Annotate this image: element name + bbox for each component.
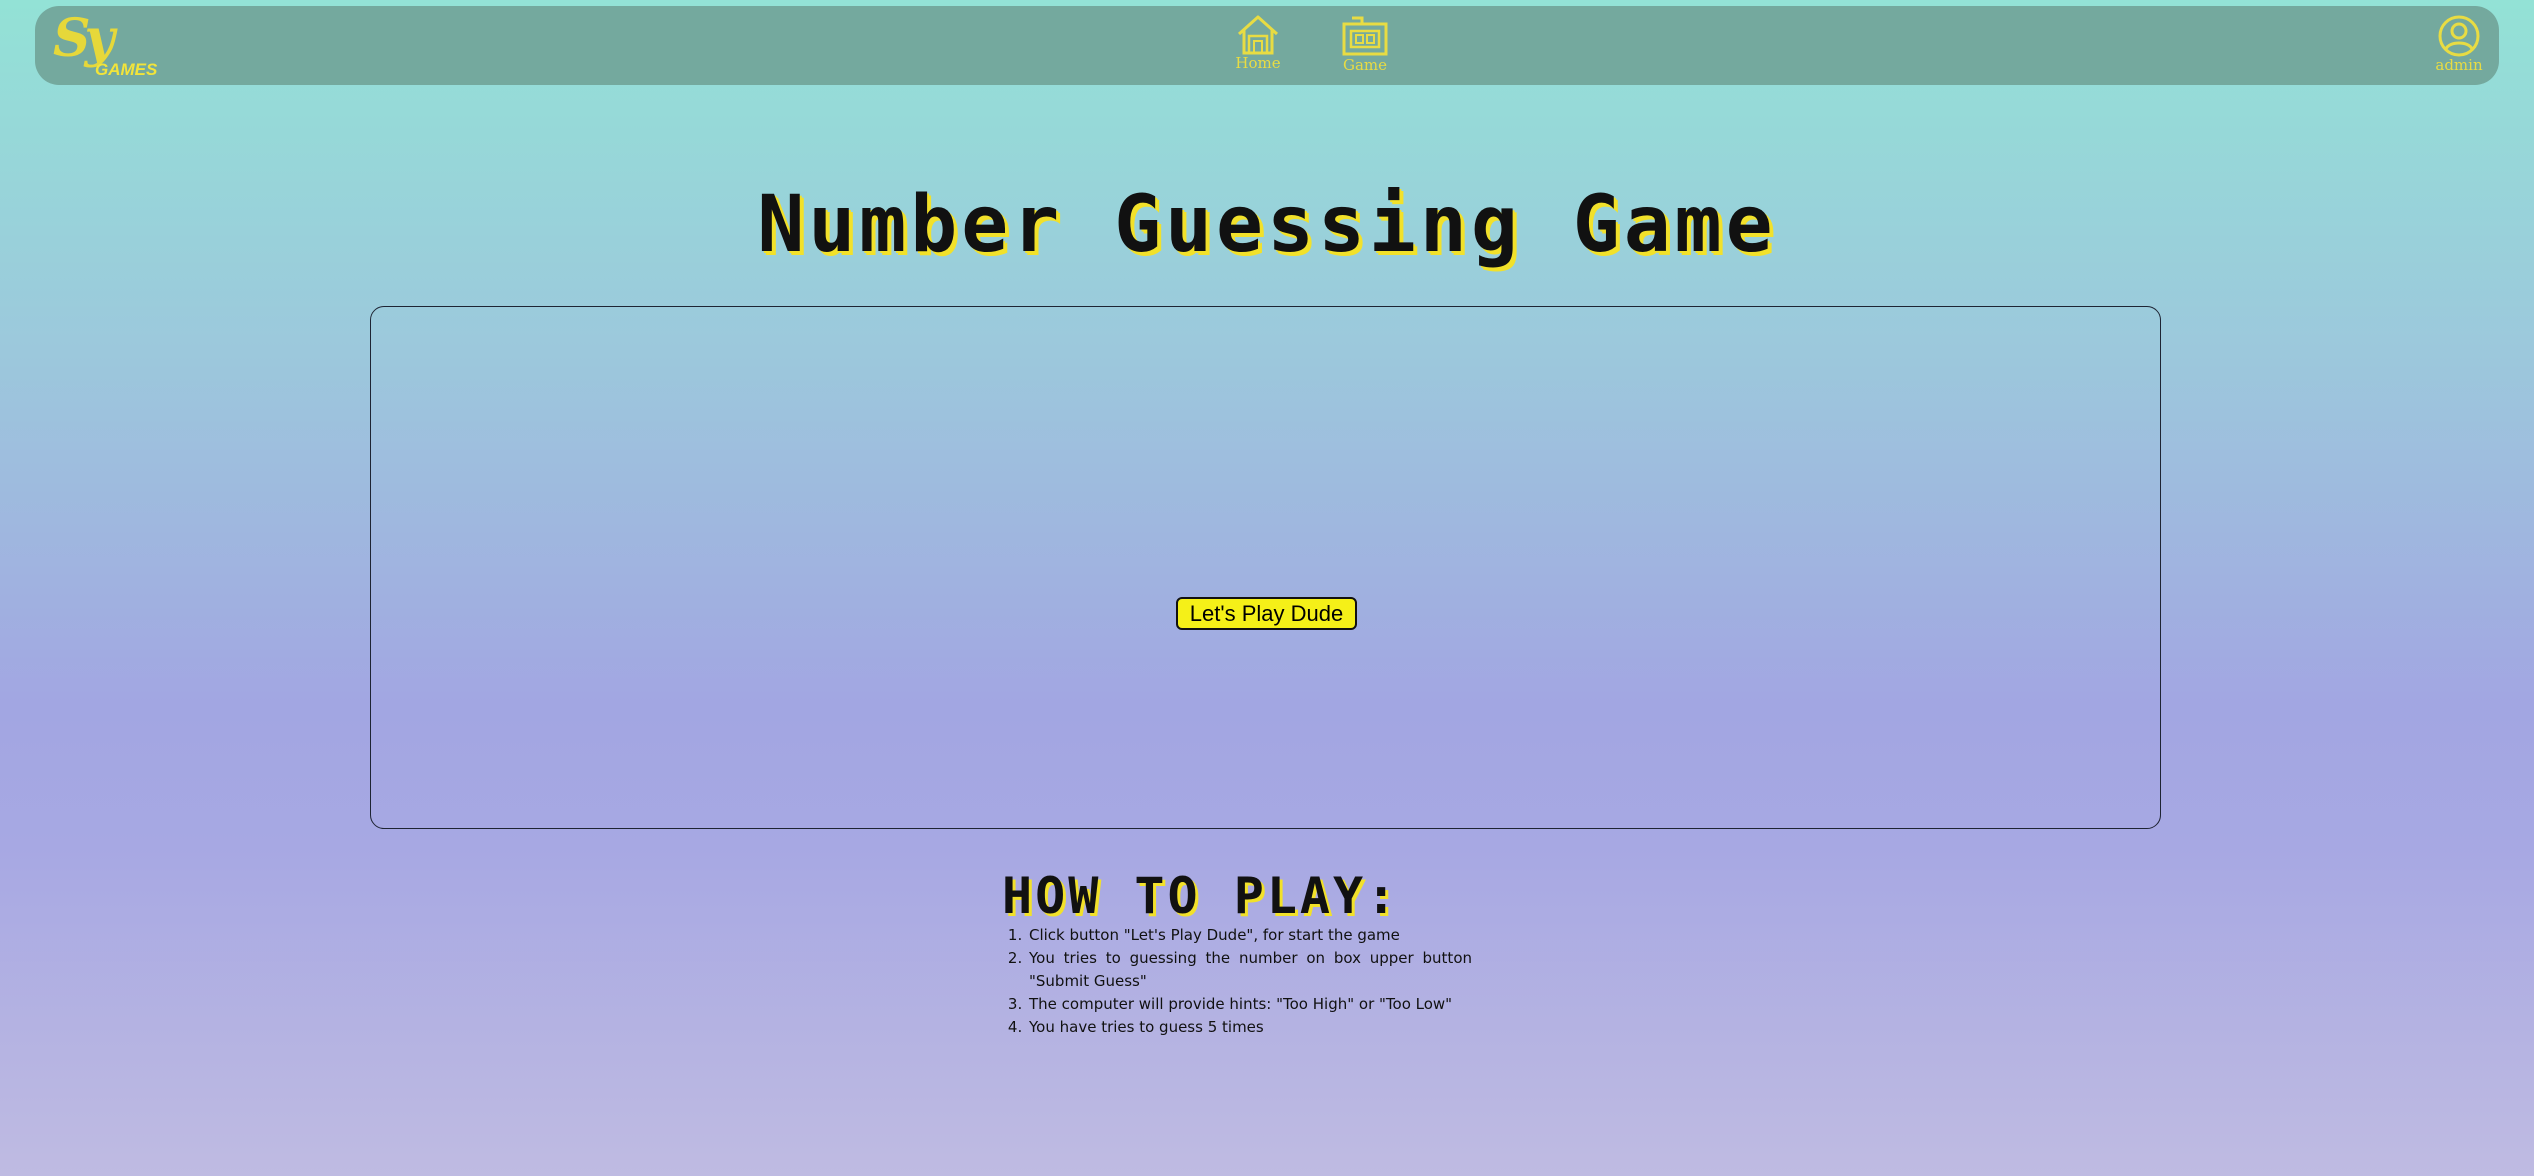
game-box: Let's Play Dude [370,306,2161,829]
user-icon [2429,14,2489,58]
home-icon [1228,14,1288,56]
navbar: Sy GAMES Home Game admin [35,6,2499,85]
how-to-play: HOW TO PLAY: Click button "Let's Play Du… [1002,868,1472,1039]
nav-user-label: admin [2435,56,2483,74]
nav-game[interactable]: Game [1335,14,1395,80]
instructions-list: Click button "Let's Play Dude", for star… [1002,924,1472,1039]
logo-word: GAMES [95,60,158,79]
nav-user[interactable]: admin [2429,14,2489,80]
nav-home[interactable]: Home [1228,14,1288,80]
instruction-item: Click button "Let's Play Dude", for star… [1027,924,1472,947]
site-logo[interactable]: Sy GAMES [49,8,179,80]
instruction-item: The computer will provide hints: "Too Hi… [1027,993,1472,1016]
how-to-play-title: HOW TO PLAY: [1002,867,1400,925]
page-title: Number Guessing Game [757,180,1777,270]
game-icon [1335,14,1395,58]
instruction-item: You have tries to guess 5 times [1027,1016,1472,1039]
instruction-item: You tries to guessing the number on box … [1027,947,1472,993]
start-game-button[interactable]: Let's Play Dude [1176,597,1357,630]
nav-home-label: Home [1235,54,1281,72]
nav-game-label: Game [1342,56,1388,74]
